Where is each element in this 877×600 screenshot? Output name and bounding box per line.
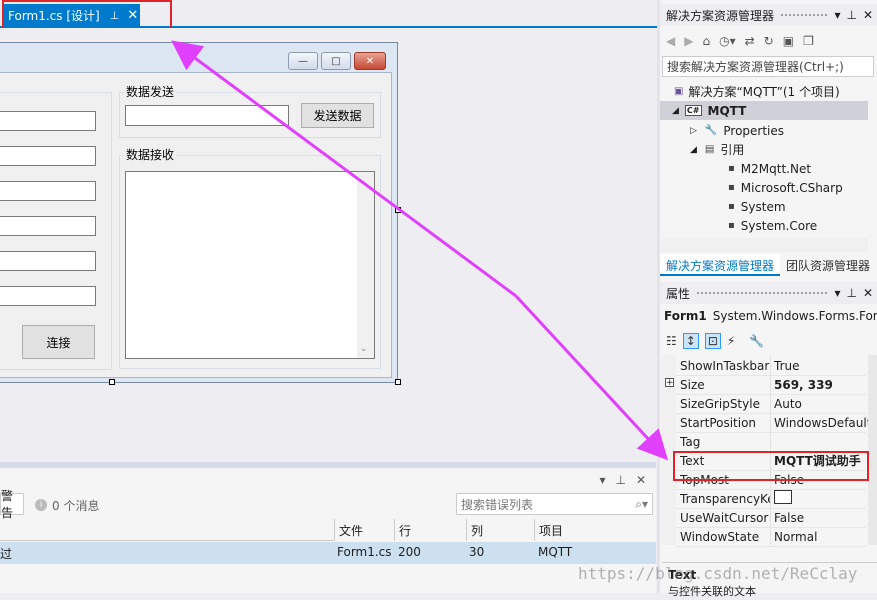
arrow-to-tab: [171, 40, 517, 298]
arrow-to-text-property: [514, 294, 669, 461]
annotation-arrows: [171, 40, 669, 461]
